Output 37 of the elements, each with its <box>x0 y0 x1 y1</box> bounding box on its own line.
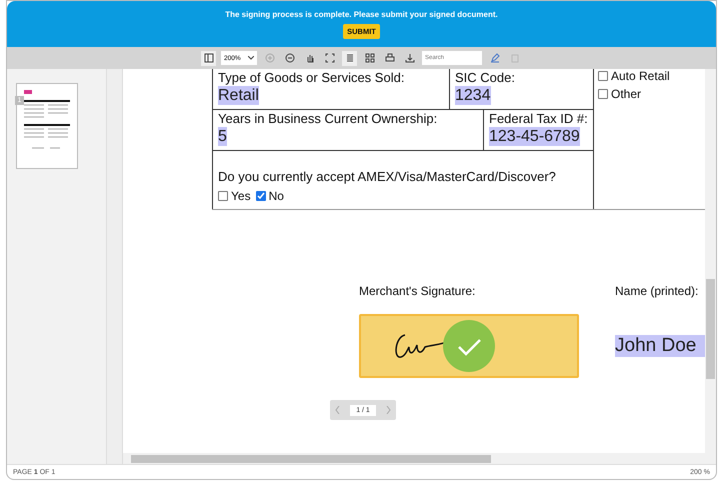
field-value[interactable]: 1234 <box>455 86 491 105</box>
checkbox[interactable] <box>218 191 228 201</box>
single-page-button[interactable] <box>342 50 357 66</box>
completion-message: The signing process is complete. Please submit your signed document. <box>225 10 498 18</box>
printer-icon <box>384 53 394 63</box>
vertical-scrollbar[interactable] <box>705 69 716 453</box>
expand-icon <box>324 53 334 63</box>
checkbox-label: Auto Retail <box>611 69 670 83</box>
question-text: Do you currently accept AMEX/Visa/MasterCard/Discover? <box>218 169 557 185</box>
minus-circle-icon <box>284 53 294 63</box>
field-label: Type of Goods or Services Sold: <box>218 70 404 86</box>
pen-icon <box>490 53 500 63</box>
signature-label: Merchant's Signature: <box>359 284 476 298</box>
name-label: Name (printed): <box>615 284 700 298</box>
signature-field[interactable] <box>359 314 579 378</box>
checkbox[interactable] <box>598 71 608 81</box>
printed-name: John Doe <box>615 335 705 357</box>
sidebar-icon <box>204 53 214 63</box>
field-value[interactable]: Retail <box>218 86 259 105</box>
field-value[interactable]: 5 <box>218 127 227 146</box>
sidebar-toggle-button[interactable] <box>201 50 216 66</box>
field-label: SIC Code: <box>455 70 515 86</box>
checkbox[interactable] <box>598 89 608 99</box>
checkbox[interactable] <box>256 191 266 201</box>
checkbox-label: Other <box>611 87 642 101</box>
grid-icon <box>364 53 374 63</box>
field-label: Years in Business Current Ownership: <box>218 111 438 127</box>
plus-circle-icon <box>264 53 274 63</box>
checkmark-circle-icon <box>443 320 495 372</box>
chevron-down-icon <box>248 56 254 60</box>
download-icon <box>404 53 414 63</box>
lines-icon <box>344 53 354 63</box>
field-label: Federal Tax ID #: <box>489 111 588 127</box>
horizontal-scrollbar[interactable] <box>123 453 716 464</box>
field-value[interactable]: 123-45-6789 <box>489 127 580 146</box>
checkbox-label: No <box>268 189 284 203</box>
checkbox-label: Yes <box>231 189 251 203</box>
